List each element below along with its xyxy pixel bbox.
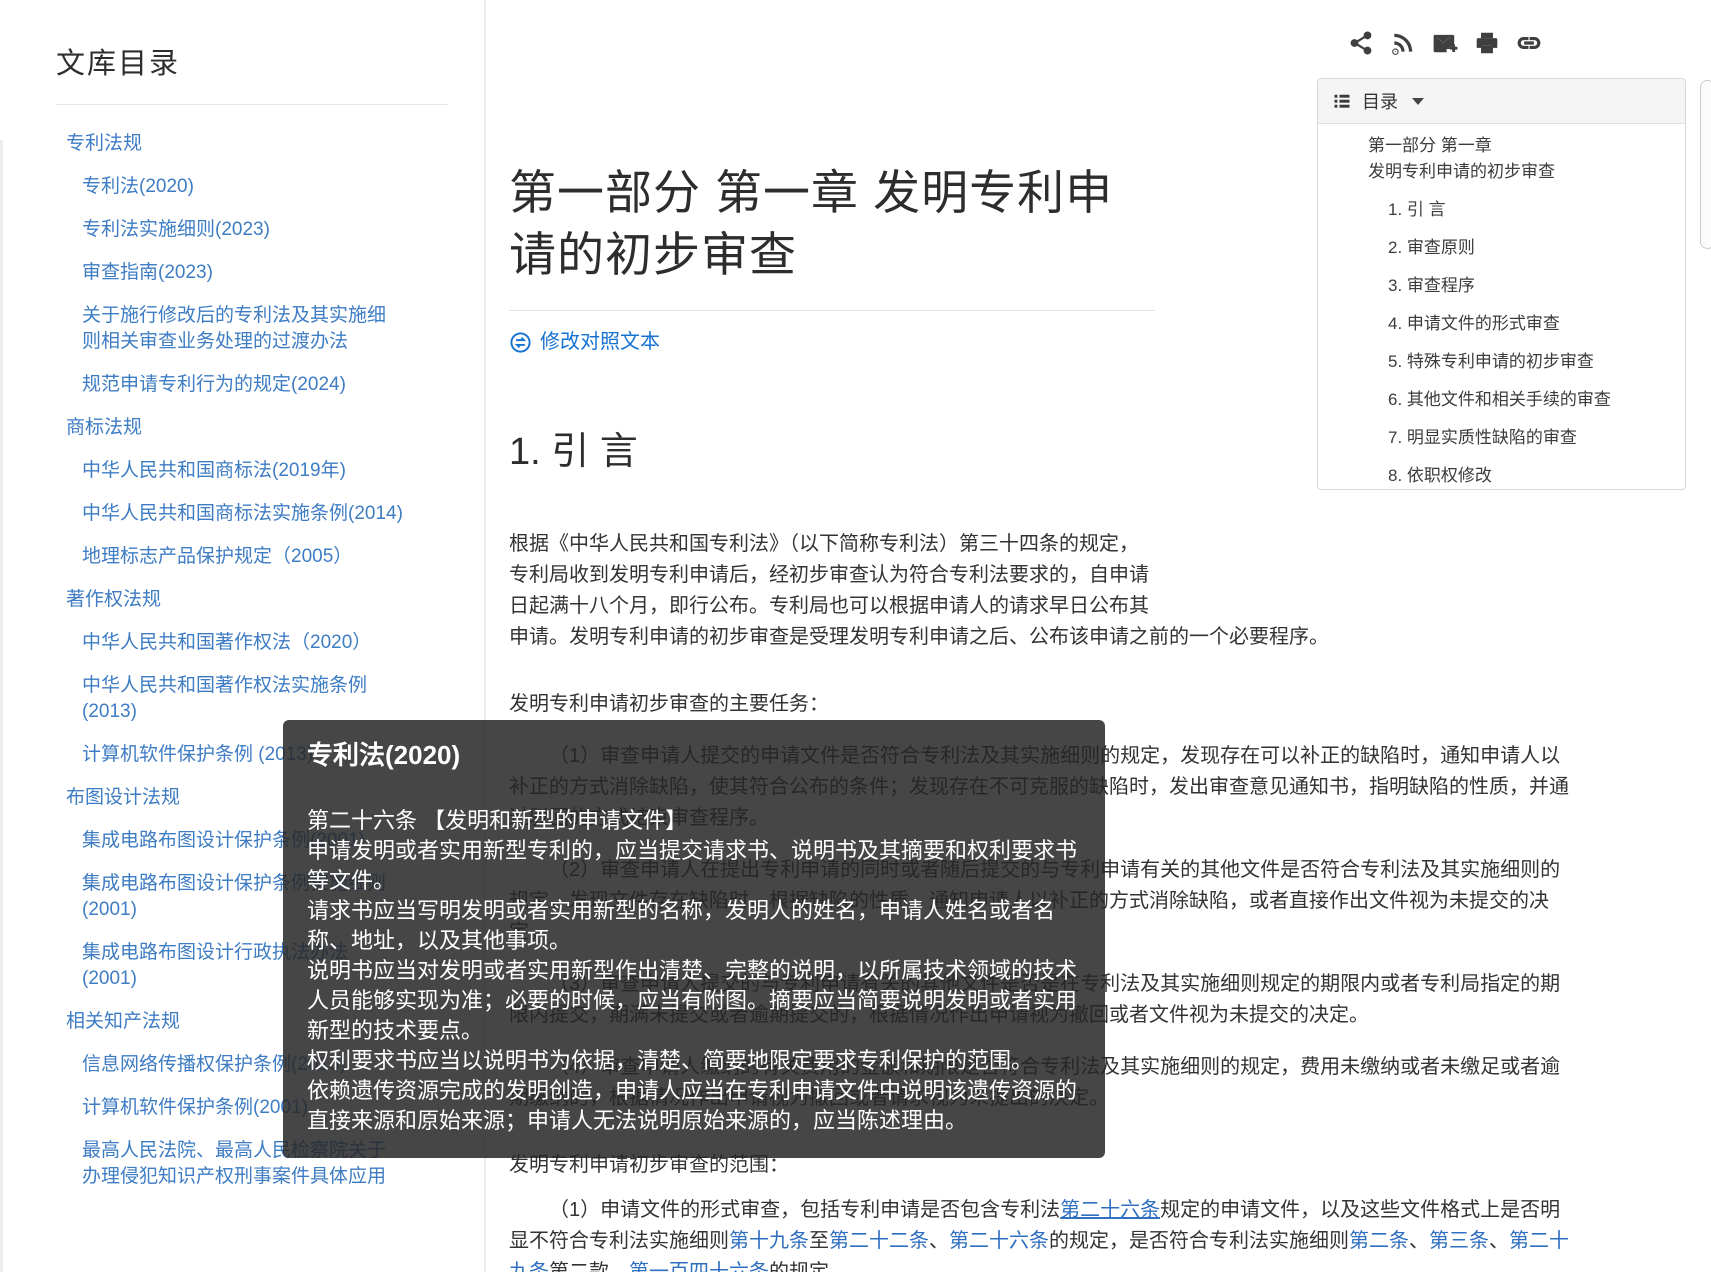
sidebar-item: 专利法实施细则(2023)	[56, 217, 448, 243]
sidebar-item-link[interactable]: 专利法实施细则(2023)	[82, 217, 270, 243]
toc-items: 1. 引 言 2. 审查原则 3. 审查程序 4. 申请文件的形式审查 5. 特殊专利申…	[1368, 197, 1675, 489]
tasks-lead: 发明专利申请初步审查的主要任务：	[509, 689, 1569, 720]
sidebar-item-link[interactable]: 规范申请专利行为的规定(2024)	[82, 372, 346, 398]
tooltip-title: 专利法(2020)	[307, 738, 1081, 772]
sidebar-item-link[interactable]: 专利法(2020)	[82, 174, 194, 200]
toc-box: 目录 第一部分 第一章 发明专利申请的初步审查 1. 引 言 2. 审查原则 3. …	[1317, 78, 1686, 490]
scope-text: 第二款、	[549, 1261, 629, 1272]
link-icon[interactable]	[1516, 30, 1542, 56]
sidebar-item-link[interactable]: 中华人民共和国商标法(2019年)	[82, 458, 346, 484]
sidebar-title: 文库目录	[56, 40, 448, 82]
email-subscribe-icon[interactable]	[1432, 30, 1458, 56]
sidebar-item: 中华人民共和国著作权法实施条例 (2013)	[56, 673, 448, 725]
sidebar-item-link[interactable]: 计算机软件保护条例 (2013)	[82, 742, 313, 768]
page-scrollbar-thumb[interactable]	[1700, 80, 1711, 249]
sidebar-item: 专利法(2020)	[56, 174, 448, 200]
sidebar-section-link[interactable]: 商标法规	[66, 415, 142, 441]
toc-chapter-link[interactable]: 第一部分 第一章 发明专利申请的初步审查	[1368, 133, 1675, 185]
list-icon	[1332, 91, 1352, 111]
sidebar-item: 中华人民共和国著作权法（2020）	[56, 630, 448, 656]
tooltip-line: 依赖遗传资源完成的发明创造，申请人应当在专利申请文件中说明该遗传资源的直接来源和…	[307, 1076, 1081, 1136]
sidebar-item-link[interactable]: 地理标志产品保护规定（2005）	[82, 544, 352, 570]
toc-body: 第一部分 第一章 发明专利申请的初步审查 1. 引 言 2. 审查原则 3. 审查程…	[1318, 124, 1685, 489]
toc-item[interactable]: 3. 审查程序	[1368, 273, 1675, 299]
sidebar-item-link[interactable]: 中华人民共和国著作权法实施条例 (2013)	[82, 673, 367, 725]
sidebar-section-link[interactable]: 布图设计法规	[66, 785, 180, 811]
compare-icon	[509, 331, 532, 354]
scope-paragraph: （1）申请文件的形式审查，包括专利申请是否包含专利法第二十六条规定的申请文件，以…	[509, 1195, 1569, 1272]
compare-link-label: 修改对照文本	[540, 327, 660, 358]
sidebar-section: 著作权法规	[56, 587, 448, 613]
tooltip: 专利法(2020) 第二十六条 【发明和新型的申请文件】申请发明或者实用新型专利…	[283, 720, 1105, 1158]
scope-text: 的规定。	[769, 1261, 849, 1272]
sidebar-item-link[interactable]: 中华人民共和国商标法实施条例(2014)	[82, 501, 403, 527]
share-icon[interactable]	[1348, 30, 1374, 56]
sidebar-item: 中华人民共和国商标法实施条例(2014)	[56, 501, 448, 527]
toc-item[interactable]: 8. 依职权修改	[1368, 463, 1675, 489]
scope-text: 、	[1409, 1230, 1429, 1252]
article-link[interactable]: 第二条	[1349, 1230, 1409, 1252]
title-divider	[509, 310, 1155, 311]
tooltip-line: 申请发明或者实用新型专利的，应当提交请求书、说明书及其摘要和权利要求书等文件。	[307, 836, 1081, 896]
tooltip-line: 请求书应当写明发明或者实用新型的名称，发明人的姓名，申请人姓名或者名称、地址，以…	[307, 896, 1081, 956]
toc-header-label: 目录	[1362, 88, 1398, 114]
sidebar-item-link[interactable]: 计算机软件保护条例(2001)	[82, 1095, 308, 1121]
print-icon[interactable]	[1474, 30, 1500, 56]
sidebar-item: 审查指南(2023)	[56, 260, 448, 286]
sidebar-item-link[interactable]: 中华人民共和国著作权法（2020）	[82, 630, 371, 656]
chevron-down-icon	[1412, 98, 1424, 105]
article-link[interactable]: 第二十六条	[1060, 1199, 1160, 1221]
toc-item[interactable]: 5. 特殊专利申请的初步审查	[1368, 349, 1675, 375]
scope-text: 、	[929, 1230, 949, 1252]
sidebar-divider	[56, 104, 448, 105]
toc-header[interactable]: 目录	[1318, 79, 1685, 124]
sidebar-section: 专利法规	[56, 131, 448, 157]
sidebar-section-link[interactable]: 专利法规	[66, 131, 142, 157]
tooltip-body: 第二十六条 【发明和新型的申请文件】申请发明或者实用新型专利的，应当提交请求书、…	[307, 806, 1081, 1136]
sidebar-section-link[interactable]: 相关知产法规	[66, 1009, 180, 1035]
sidebar-item: 中华人民共和国商标法(2019年)	[56, 458, 448, 484]
toc-item[interactable]: 4. 申请文件的形式审查	[1368, 311, 1675, 337]
tooltip-line: 说明书应当对发明或者实用新型作出清楚、完整的说明，以所属技术领域的技术人员能够实…	[307, 956, 1081, 1046]
toc-item[interactable]: 6. 其他文件和相关手续的审查	[1368, 387, 1675, 413]
sidebar-item: 地理标志产品保护规定（2005）	[56, 544, 448, 570]
sidebar-scrollbar-track[interactable]	[0, 140, 3, 1272]
sidebar-section-link[interactable]: 著作权法规	[66, 587, 161, 613]
toolbar	[1348, 30, 1542, 56]
toc-item[interactable]: 7. 明显实质性缺陷的审查	[1368, 425, 1675, 451]
scope-text: 、	[1489, 1230, 1509, 1252]
article-link[interactable]: 第二十二条	[829, 1230, 929, 1252]
tooltip-line: 权利要求书应当以说明书为依据，清楚、简要地限定要求专利保护的范围。	[307, 1046, 1081, 1076]
article-link[interactable]: 第二十六条	[949, 1230, 1049, 1252]
compare-text-link[interactable]: 修改对照文本	[509, 327, 1155, 358]
tooltip-line: 第二十六条 【发明和新型的申请文件】	[307, 806, 1081, 836]
toc-item[interactable]: 2. 审查原则	[1368, 235, 1675, 261]
sidebar-item: 关于施行修改后的专利法及其实施细 则相关审查业务处理的过渡办法	[56, 303, 448, 355]
article-link[interactable]: 第三条	[1429, 1230, 1489, 1252]
article-link[interactable]: 第一百四十六条	[629, 1261, 769, 1272]
article-link[interactable]: 第十九条	[729, 1230, 809, 1252]
sidebar-item-link[interactable]: 审查指南(2023)	[82, 260, 213, 286]
page: 文库目录 专利法规专利法(2020) 专利法实施细则(2023) 审查指南(2023…	[0, 0, 1711, 1272]
scope-text: （1）申请文件的形式审查，包括专利申请是否包含专利法	[549, 1199, 1060, 1221]
toc-item[interactable]: 1. 引 言	[1368, 197, 1675, 223]
sidebar-section: 商标法规	[56, 415, 448, 441]
scope-text: 至	[809, 1230, 829, 1252]
sidebar-item: 规范申请专利行为的规定(2024)	[56, 372, 448, 398]
rss-icon[interactable]	[1390, 30, 1416, 56]
scope-text: 的规定，是否符合专利法实施细则	[1049, 1230, 1349, 1252]
sidebar-item-link[interactable]: 关于施行修改后的专利法及其实施细 则相关审查业务处理的过渡办法	[82, 303, 386, 355]
